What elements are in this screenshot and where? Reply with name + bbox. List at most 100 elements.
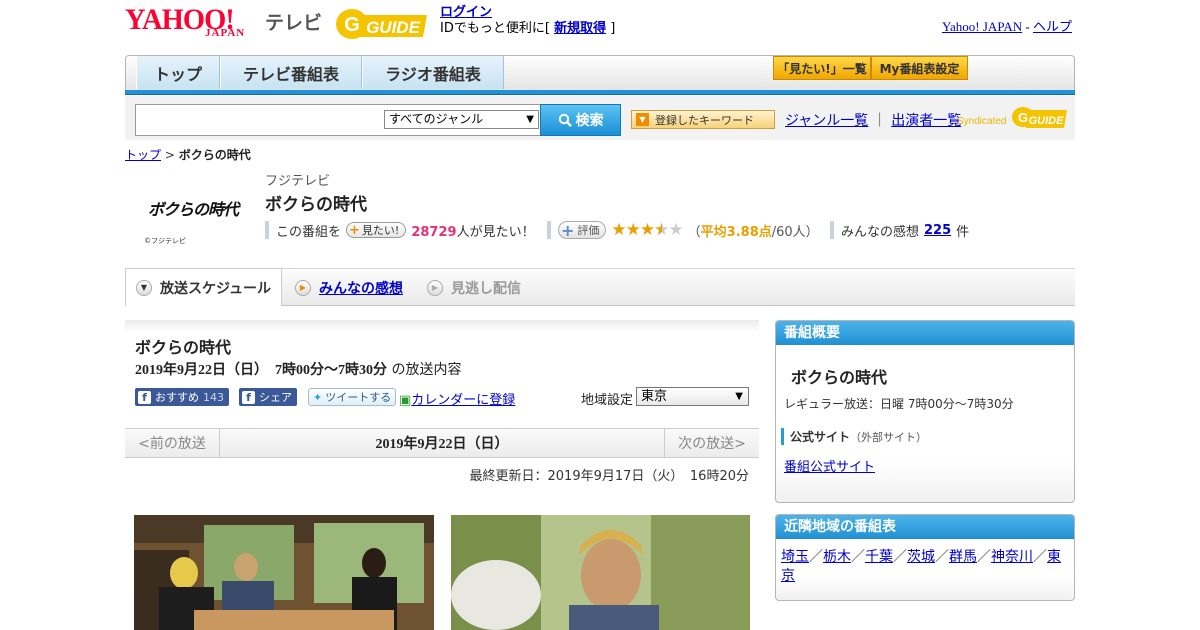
nav-tab-radio-listings[interactable]: ラジオ番組表 xyxy=(362,56,504,89)
main-nav: トップ テレビ番組表 ラジオ番組表 「見たい!」一覧 My番組表設定 xyxy=(125,55,1075,93)
region-label: 地域設定 xyxy=(581,393,634,408)
program-overview-box: 番組概要 ボクらの時代 レギュラー放送：日曜 7時00分～7時30分 公式サイト… xyxy=(775,320,1075,503)
registered-keyword-button[interactable]: ▼ 登録したキーワード xyxy=(631,110,775,129)
calendar-register-link[interactable]: カレンダーに登録 xyxy=(411,393,515,408)
current-broadcast-date: 2019年9月22日（日） xyxy=(375,437,509,452)
region-link-chiba[interactable]: 千葉 xyxy=(865,549,893,565)
region-link-kanagawa[interactable]: 神奈川 xyxy=(991,549,1033,565)
plus-icon: + xyxy=(561,220,575,240)
region-link-saitama[interactable]: 埼玉 xyxy=(781,549,809,565)
region-links: 埼玉／栃木／千葉／茨城／群馬／神奈川／東京 xyxy=(781,548,1069,586)
region-link-tochigi[interactable]: 栃木 xyxy=(823,549,851,565)
official-site-link[interactable]: 番組公式サイト xyxy=(784,456,875,475)
calendar-add-icon: ▣ xyxy=(399,393,412,408)
region-sep: ／ xyxy=(935,549,949,565)
mitai-button[interactable]: + 見たい! xyxy=(346,222,407,238)
svg-text:GUIDE: GUIDE xyxy=(1029,115,1065,127)
mitai-stat: この番組を + 見たい! 28729人が見たい！ xyxy=(265,221,535,240)
genre-select[interactable]: すべてのジャンル ▼ xyxy=(384,110,539,129)
help-link[interactable]: ヘルプ xyxy=(1033,19,1072,34)
region-sep: ／ xyxy=(809,549,823,565)
program-title: ボクらの時代 xyxy=(265,195,367,215)
tweet-label: ツイートする xyxy=(325,391,392,404)
nav-tab-top[interactable]: トップ xyxy=(136,56,220,89)
mitai-list-button[interactable]: 「見たい!」一覧 xyxy=(773,56,871,80)
nearby-regions-box: 近隣地域の番組表 埼玉／栃木／千葉／茨城／群馬／神奈川／東京 xyxy=(775,514,1075,601)
nav-tab-tv-listings[interactable]: テレビ番組表 xyxy=(220,56,362,89)
region-sep: ／ xyxy=(977,549,991,565)
chevron-down-icon: ▼ xyxy=(136,279,152,296)
broadcast-date-suffix: の放送内容 xyxy=(391,362,462,378)
tab-reviews-link[interactable]: みんなの感想 xyxy=(319,278,403,298)
tab-reviews[interactable]: ▶ みんなの感想 xyxy=(295,269,403,306)
performer-list-link[interactable]: 出演者一覧 xyxy=(891,113,961,129)
calendar-register: ▣カレンダーに登録 xyxy=(399,389,515,408)
kansou-suffix: 件 xyxy=(956,224,970,240)
star-icon: ★ xyxy=(639,220,655,240)
tab-catchup-label: 見逃し配信 xyxy=(451,280,521,297)
fb-share-label: シェア xyxy=(259,391,292,404)
login-link[interactable]: ログイン xyxy=(440,5,492,20)
tab-catchup[interactable]: ▶ 見逃し配信 xyxy=(427,269,521,306)
kansou-label: みんなの感想 xyxy=(841,224,920,240)
yahoo-japan-link[interactable]: Yahoo! JAPAN xyxy=(942,19,1022,34)
region-link-ibaraki[interactable]: 茨城 xyxy=(907,549,935,565)
facebook-icon: f xyxy=(138,390,151,404)
prev-broadcast-button[interactable]: <前の放送 xyxy=(125,429,220,457)
dropdown-arrow-icon: ▼ xyxy=(735,391,743,402)
broadcast-datetime: 2019年9月22日（日） 7時00分～7時30分 xyxy=(135,363,387,378)
program-tabs: ▼ 放送スケジュール ▶ みんなの感想 ▶ 見逃し配信 xyxy=(125,268,1075,306)
program-photo-2 xyxy=(451,515,750,630)
gguide-logo[interactable]: G GUIDE xyxy=(335,7,431,41)
rating-stat: + 評価 ★★★★ ★ ★ （平均3.88点/60人） xyxy=(547,220,819,240)
dropdown-triangle-icon: ▼ xyxy=(636,113,649,126)
tweet-button[interactable]: ✦ ツイートする xyxy=(308,388,397,406)
genre-list-link[interactable]: ジャンル一覧 xyxy=(785,113,868,129)
tab-schedule-label: 放送スケジュール xyxy=(160,280,272,297)
official-site-title: 公式サイト xyxy=(790,430,851,444)
next-broadcast-button[interactable]: 次の放送> xyxy=(664,429,759,457)
login-prefix: IDでもっと便利に[ xyxy=(440,21,555,36)
site-header: YAHOO! JAPAN テレビ G GUIDE ログイン IDでもっと便利に[… xyxy=(125,5,1075,47)
tab-schedule[interactable]: ▼ 放送スケジュール xyxy=(125,268,282,306)
svg-text:G: G xyxy=(1018,110,1028,125)
facebook-recommend-button[interactable]: f おすすめ 143 xyxy=(135,388,229,406)
syndicated-gguide-badge: Syndicated G GUIDE xyxy=(957,102,1069,132)
rating-average: 平均3.88点 xyxy=(700,224,772,240)
rating-count: /60人） xyxy=(771,224,819,240)
twitter-bird-icon: ✦ xyxy=(313,390,323,404)
genre-select-value: すべてのジャンル xyxy=(389,112,484,126)
nearby-header: 近隣地域の番組表 xyxy=(776,515,1074,539)
official-site-label: 公式サイト（外部サイト） xyxy=(781,428,927,445)
link-divider: ｜ xyxy=(872,113,887,129)
program-photo-1 xyxy=(134,515,434,630)
broadcast-date: 2019年9月22日（日） 7時00分～7時30分 の放送内容 xyxy=(135,359,461,379)
svg-text:GUIDE: GUIDE xyxy=(366,18,421,37)
fb-recommend-count: 143 xyxy=(203,390,224,404)
svg-text:G: G xyxy=(344,14,360,36)
register-link[interactable]: 新規取得 xyxy=(554,21,606,36)
kansou-count-link[interactable]: 225 xyxy=(924,223,951,238)
share-row: f おすすめ 143 f シェア ✦ ツイートする ▣カレンダーに登録 地域設定… xyxy=(135,387,755,408)
facebook-share-button[interactable]: f シェア xyxy=(239,388,297,406)
nav-accent-bar xyxy=(125,90,1075,95)
search-button[interactable]: 検索 xyxy=(540,104,621,136)
rate-button-label: 評価 xyxy=(577,224,600,237)
search-button-label: 検索 xyxy=(575,113,604,129)
rate-button[interactable]: + 評価 xyxy=(558,220,607,240)
header-separator: - xyxy=(1022,19,1033,34)
my-settings-button[interactable]: My番組表設定 xyxy=(871,56,968,80)
official-site-note: （外部サイト） xyxy=(850,431,928,444)
yahoo-japan-logo[interactable]: YAHOO! JAPAN xyxy=(125,5,265,43)
breadcrumb-top-link[interactable]: トップ xyxy=(125,148,161,162)
program-logo-text: ボクらの時代 xyxy=(148,200,239,219)
region-link-gunma[interactable]: 群馬 xyxy=(949,549,977,565)
star-icon: ★ xyxy=(611,220,626,240)
mitai-button-label: 見たい! xyxy=(361,224,400,237)
regular-broadcast: レギュラー放送：日曜 7時00分～7時30分 xyxy=(784,397,1014,411)
dropdown-arrow-icon: ▼ xyxy=(526,114,534,125)
region-select[interactable]: 東京 ▼ xyxy=(636,387,749,406)
program-logo: ボクらの時代 ©フジテレビ xyxy=(140,188,250,248)
program-stats: この番組を + 見たい! 28729人が見たい！ + 評価 ★★★★ ★ ★ （平均… xyxy=(265,220,1065,241)
region-sep: ／ xyxy=(851,549,865,565)
